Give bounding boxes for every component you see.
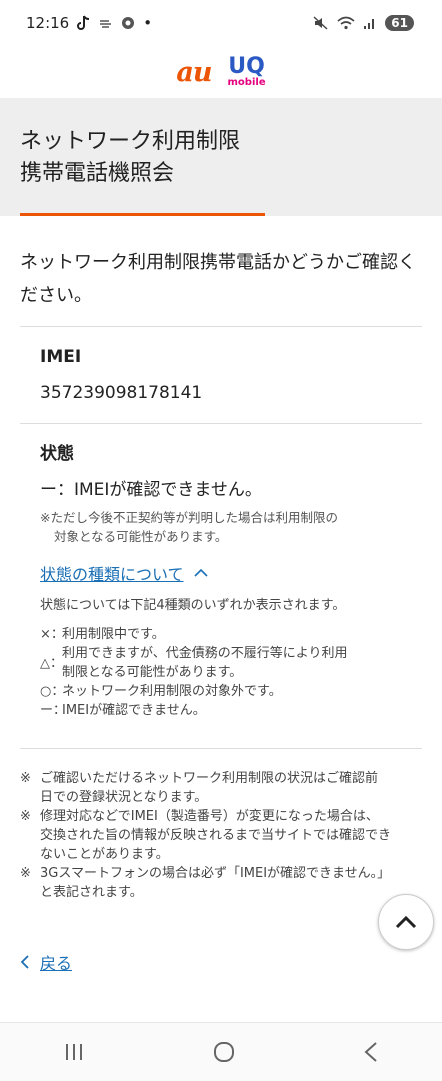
signal-icon	[364, 19, 375, 29]
page-title-line2: 携帯電話機照会	[20, 161, 175, 186]
chrome-icon	[122, 17, 135, 29]
state-item: △： 利用できますが、代金債務の不履行等により利用 制限となる可能性があります。	[40, 644, 402, 682]
state-text: 利用制限中です。	[62, 627, 165, 642]
footnote-mark: ※	[20, 771, 31, 786]
imei-value: 357239098178141	[40, 383, 203, 403]
status-note-line: ※ただし今後不正契約等が判明した場合は利用制限の	[40, 510, 338, 525]
status-section: 状態 ー：IMEIが確認できません。 ※ただし今後不正契約等が判明した場合は利用…	[0, 424, 442, 748]
status-types-toggle-label: 状態の種類について	[40, 565, 184, 584]
brand-header: au UQ mobile	[0, 46, 442, 98]
footnote: ※ 修理対応などでIMEI（製造番号）が変更になった場合は、 交換された旨の情報…	[20, 807, 422, 864]
footnote-line: ご確認いただけるネットワーク利用制限の状況はご確認前	[40, 771, 379, 786]
state-text-line: 制限となる可能性があります。	[62, 665, 243, 680]
state-symbol: ○：	[40, 684, 65, 699]
battery-indicator: 61	[385, 15, 414, 31]
uq-logo-sub: mobile	[227, 77, 266, 88]
footnote-line: ないことがあります。	[40, 847, 169, 862]
wind-icon	[100, 20, 112, 28]
intro-text: ネットワーク利用制限携帯電話かどうかご確認ください。	[20, 252, 416, 306]
page-title-line1: ネットワーク利用制限	[20, 129, 241, 154]
state-text: 利用できますが、代金債務の不履行等により利用 制限となる可能性があります。	[62, 644, 347, 682]
status-types-list: 状態については下記4種類のいずれか表示されます。 ×： 利用制限中です。 △： …	[40, 596, 402, 720]
back-link-label: 戻る	[40, 954, 73, 973]
status-dot: •	[143, 14, 153, 32]
scroll-top-icon	[395, 915, 417, 929]
state-text: IMEIが確認できません。	[62, 703, 206, 718]
state-symbol: ー：	[40, 703, 67, 718]
state-text: ネットワーク利用制限の対象外です。	[62, 684, 282, 699]
status-types-toggle[interactable]: 状態の種類について	[40, 560, 402, 586]
footnote-mark: ※	[20, 809, 31, 824]
footnote-line: 日での登録状況となります。	[40, 790, 208, 805]
state-item: ー： IMEIが確認できません。	[40, 701, 402, 720]
footnote-line: 修理対応などでIMEI（製造番号）が変更になった場合は、	[40, 809, 379, 824]
footnote: ※ 3Gスマートフォンの場合は必ず「IMEIが確認できません。」 と表記されます…	[20, 864, 422, 902]
system-nav-bar	[0, 1022, 442, 1081]
status-label: 状態	[40, 444, 74, 464]
footnote-line: 交換された旨の情報が反映されるまで当サイトでは確認でき	[40, 828, 392, 843]
wifi-icon	[337, 16, 355, 30]
back-nav-icon[interactable]	[363, 1041, 379, 1063]
tiktok-icon	[77, 15, 90, 30]
imei-section: IMEI 357239098178141	[0, 327, 442, 423]
footnote-line: と表記されます。	[40, 885, 143, 900]
chevron-left-icon	[20, 955, 29, 969]
status-value: ー：IMEIが確認できません。	[40, 480, 262, 500]
back-link[interactable]: 戻る	[20, 950, 72, 974]
status-time: 12:16	[26, 14, 70, 32]
status-note-line: 対象となる可能性があります。	[54, 529, 228, 544]
home-icon[interactable]	[212, 1040, 236, 1064]
footnote-mark: ※	[20, 866, 31, 881]
mute-icon	[313, 16, 328, 30]
state-symbol: ×：	[40, 627, 64, 642]
uq-mobile-logo[interactable]: UQ mobile	[228, 56, 266, 88]
chevron-up-icon	[193, 568, 208, 577]
status-types-intro: 状態については下記4種類のいずれか表示されます。	[40, 598, 346, 613]
status-note: ※ただし今後不正契約等が判明した場合は利用制限の 対象となる可能性があります。	[40, 508, 402, 546]
footnote-line: 3Gスマートフォンの場合は必ず「IMEIが確認できません。」	[40, 866, 391, 881]
imei-label: IMEI	[40, 347, 82, 367]
au-logo[interactable]: au	[176, 57, 212, 88]
state-text-line: 利用できますが、代金債務の不履行等により利用	[62, 646, 348, 661]
recents-icon[interactable]	[63, 1042, 85, 1062]
footnote: ※ ご確認いただけるネットワーク利用制限の状況はご確認前 日での登録状況となりま…	[20, 769, 422, 807]
state-item: ×： 利用制限中です。	[40, 625, 402, 644]
page-title-box: ネットワーク利用制限 携帯電話機照会	[0, 98, 442, 216]
status-bar: 12:16 • 61	[0, 0, 442, 46]
state-item: ○： ネットワーク利用制限の対象外です。	[40, 682, 402, 701]
state-symbol: △：	[40, 655, 63, 671]
uq-logo-text: UQ	[228, 54, 265, 79]
footnotes: ※ ご確認いただけるネットワーク利用制限の状況はご確認前 日での登録状況となりま…	[0, 749, 442, 902]
title-accent-bar	[20, 213, 265, 216]
scroll-top-button[interactable]	[378, 894, 434, 950]
